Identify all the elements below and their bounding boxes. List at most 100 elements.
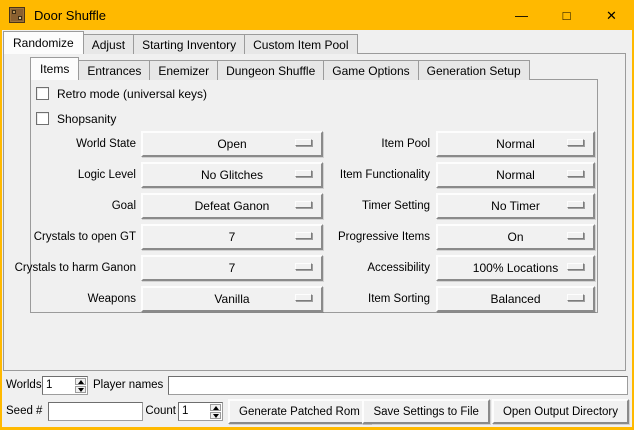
tab-custom-item-pool[interactable]: Custom Item Pool (244, 34, 357, 54)
dropdown-indicator-icon (295, 294, 312, 301)
retro-mode-checkbox[interactable] (36, 87, 49, 100)
tab-starting-inventory-label: Starting Inventory (142, 38, 236, 52)
count-spin-up[interactable] (210, 404, 221, 411)
spin-down-icon (78, 388, 84, 392)
tab-entrances-label: Entrances (87, 64, 141, 78)
window-title: Door Shuffle (34, 8, 106, 23)
crystals-harm-ganon-value: 7 (229, 261, 236, 275)
weapons-dropdown[interactable]: Vanilla (141, 286, 323, 312)
item-functionality-dropdown[interactable]: Normal (436, 162, 595, 188)
dropdown-indicator-icon (567, 170, 584, 177)
count-spin-down[interactable] (210, 412, 221, 419)
window-border-left (0, 0, 2, 430)
output-buttons-group: Save Settings to File Open Output Direct… (362, 399, 629, 424)
tab-items-label: Items (40, 62, 69, 76)
dropdown-indicator-icon (295, 232, 312, 239)
tab-randomize[interactable]: Randomize (3, 31, 84, 54)
dropdown-indicator-icon (567, 201, 584, 208)
progressive-items-dropdown[interactable]: On (436, 224, 595, 250)
main-tab-bar: Randomize Adjust Starting Inventory Cust… (3, 31, 357, 54)
count-label: Count (145, 404, 176, 418)
settings-tab-bar: Items Entrances Enemizer Dungeon Shuffle… (30, 57, 529, 80)
player-names-input[interactable] (168, 376, 628, 395)
tab-adjust[interactable]: Adjust (83, 34, 134, 54)
tab-generation-setup-label: Generation Setup (427, 64, 521, 78)
dropdown-indicator-icon (295, 170, 312, 177)
goal-label: Goal (112, 199, 136, 213)
tab-dungeon-shuffle-label: Dungeon Shuffle (226, 64, 315, 78)
tab-adjust-label: Adjust (92, 38, 125, 52)
timer-setting-label: Timer Setting (362, 199, 430, 213)
open-output-directory-label: Open Output Directory (503, 406, 618, 418)
world-state-dropdown[interactable]: Open (141, 131, 323, 157)
tab-dungeon-shuffle[interactable]: Dungeon Shuffle (217, 60, 324, 80)
weapons-value: Vanilla (214, 292, 249, 306)
tab-enemizer[interactable]: Enemizer (149, 60, 218, 80)
shopsanity-label: Shopsanity (57, 112, 116, 126)
dropdown-indicator-icon (567, 294, 584, 301)
tab-randomize-label: Randomize (13, 36, 74, 50)
item-sorting-dropdown[interactable]: Balanced (436, 286, 595, 312)
save-settings-button[interactable]: Save Settings to File (362, 399, 489, 424)
logic-level-dropdown[interactable]: No Glitches (141, 162, 323, 188)
worlds-spin-down[interactable] (75, 386, 86, 393)
tab-starting-inventory[interactable]: Starting Inventory (133, 34, 245, 54)
item-functionality-value: Normal (496, 168, 535, 182)
tab-game-options[interactable]: Game Options (323, 60, 418, 80)
tab-custom-item-pool-label: Custom Item Pool (253, 38, 348, 52)
save-settings-label: Save Settings to File (373, 406, 478, 418)
tab-enemizer-label: Enemizer (158, 64, 209, 78)
item-pool-value: Normal (496, 137, 535, 151)
timer-setting-value: No Timer (491, 199, 540, 213)
spin-up-icon (213, 406, 219, 410)
dropdown-indicator-icon (295, 139, 312, 146)
tab-items[interactable]: Items (30, 57, 79, 80)
maximize-button[interactable]: □ (544, 0, 589, 30)
timer-setting-dropdown[interactable]: No Timer (436, 193, 595, 219)
titlebar: Door Shuffle — □ ✕ (0, 0, 634, 30)
tab-generation-setup[interactable]: Generation Setup (418, 60, 530, 80)
item-pool-dropdown[interactable]: Normal (436, 131, 595, 157)
worlds-label: Worlds (6, 378, 42, 392)
generate-patched-rom-button[interactable]: Generate Patched Rom (228, 399, 371, 424)
minimize-button[interactable]: — (499, 0, 544, 30)
world-state-value: Open (217, 137, 246, 151)
door-shuffle-window: Door Shuffle — □ ✕ Randomize Adjust Star… (0, 0, 634, 430)
tab-game-options-label: Game Options (332, 64, 409, 78)
window-controls: — □ ✕ (499, 0, 634, 30)
crystals-open-gt-value: 7 (229, 230, 236, 244)
count-value: 1 (179, 403, 209, 420)
goal-dropdown[interactable]: Defeat Ganon (141, 193, 323, 219)
tab-entrances[interactable]: Entrances (78, 60, 150, 80)
retro-mode-label: Retro mode (universal keys) (57, 87, 207, 101)
dropdown-indicator-icon (567, 263, 584, 270)
seed-input[interactable] (48, 402, 143, 421)
goal-value: Defeat Ganon (195, 199, 270, 213)
item-sorting-label: Item Sorting (368, 292, 430, 306)
player-names-label: Player names (93, 378, 163, 392)
close-button[interactable]: ✕ (589, 0, 634, 30)
weapons-label: Weapons (88, 292, 136, 306)
accessibility-label: Accessibility (367, 261, 430, 275)
progressive-items-label: Progressive Items (338, 230, 430, 244)
open-output-directory-button[interactable]: Open Output Directory (492, 399, 629, 424)
accessibility-dropdown[interactable]: 100% Locations (436, 255, 595, 281)
door-icon (9, 7, 25, 23)
accessibility-value: 100% Locations (473, 261, 558, 275)
worlds-spin-up[interactable] (75, 378, 86, 385)
spin-down-icon (213, 414, 219, 418)
dropdown-indicator-icon (295, 263, 312, 270)
worlds-spinbox[interactable]: 1 (42, 376, 88, 395)
crystals-harm-ganon-dropdown[interactable]: 7 (141, 255, 323, 281)
world-state-label: World State (76, 137, 136, 151)
crystals-open-gt-dropdown[interactable]: 7 (141, 224, 323, 250)
item-functionality-label: Item Functionality (340, 168, 430, 182)
crystals-harm-ganon-label: Crystals to harm Ganon (15, 261, 136, 275)
shopsanity-checkbox[interactable] (36, 112, 49, 125)
logic-level-label: Logic Level (78, 168, 136, 182)
item-sorting-value: Balanced (490, 292, 540, 306)
count-spinbox[interactable]: 1 (178, 402, 223, 421)
worlds-value: 1 (43, 377, 74, 394)
minimize-icon: — (515, 9, 528, 22)
crystals-open-gt-label: Crystals to open GT (34, 230, 136, 244)
